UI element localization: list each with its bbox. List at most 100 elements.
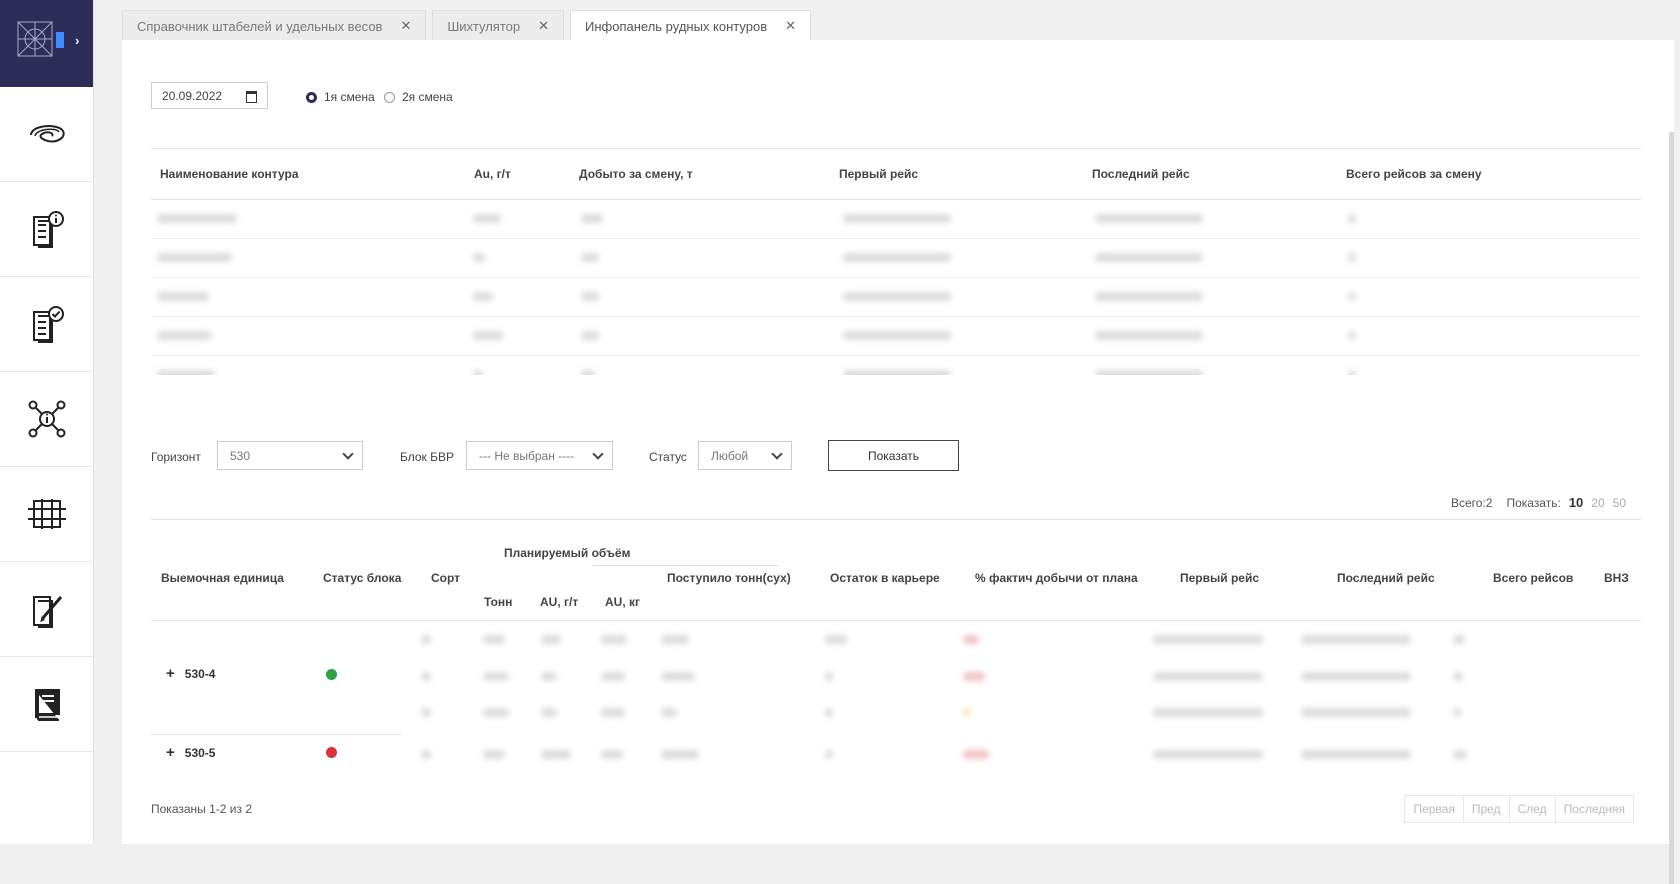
col-first-trip[interactable]: Первый рейс xyxy=(1180,571,1259,585)
nav-item-check-docs[interactable] xyxy=(0,277,93,372)
col-mined[interactable]: Добыто за смену, т xyxy=(579,167,693,181)
page-size-selector: Всего:2 Показать: 10 20 50 xyxy=(1443,495,1626,510)
col-au-kg[interactable]: AU, кг xyxy=(605,595,640,609)
col-au[interactable]: Au, г/т xyxy=(474,167,511,181)
total-count: Всего:2 xyxy=(1450,495,1493,510)
scrollbar[interactable] xyxy=(1669,132,1674,884)
show-button[interactable]: Показать xyxy=(828,440,959,471)
pagination: Первая Пред След Последняя xyxy=(1404,795,1634,823)
logo-icon xyxy=(17,21,64,57)
col-planned[interactable]: Планируемый объём xyxy=(504,546,630,560)
group-label[interactable]: + 530-4 xyxy=(166,665,215,682)
col-vnz[interactable]: ВНЗ xyxy=(1604,571,1629,585)
tab-ore-contours[interactable]: Инфопанель рудных контуров ✕ xyxy=(570,10,812,41)
horizon-select[interactable]: 530 xyxy=(217,441,363,470)
col-au-gt[interactable]: AU, г/т xyxy=(540,595,578,609)
group-label[interactable]: + 530-5 xyxy=(166,744,215,761)
status-dot-red xyxy=(326,747,337,758)
group-530-5: + 530-5 xyxy=(151,738,1641,788)
horizon-label: Горизонт xyxy=(151,450,201,464)
book-icon xyxy=(34,689,60,721)
group-name: 530-5 xyxy=(184,745,216,760)
expand-chevron-icon[interactable]: › xyxy=(75,33,79,48)
contour-table: Наименование контура Au, г/т Добыто за с… xyxy=(151,148,1641,375)
table-row[interactable] xyxy=(151,278,1641,317)
close-icon[interactable]: ✕ xyxy=(785,18,796,34)
tab-bar: Справочник штабелей и удельных весов ✕ Ш… xyxy=(122,10,817,41)
nav-item-book[interactable] xyxy=(0,657,93,752)
group-name: 530-4 xyxy=(184,666,216,681)
block-label: Блок БВР xyxy=(400,450,455,464)
block-value: --- Не выбран ---- xyxy=(479,448,575,463)
col-percent[interactable]: % фактич добычи от плана xyxy=(975,571,1138,585)
contour-table-header: Наименование контура Au, г/т Добыто за с… xyxy=(151,148,1641,200)
page-next-button[interactable]: След xyxy=(1508,795,1556,823)
col-sort[interactable]: Сорт xyxy=(431,571,460,585)
network-info-icon xyxy=(28,400,65,438)
tab-label: Инфопанель рудных контуров xyxy=(585,18,768,34)
page-first-button[interactable]: Первая xyxy=(1404,795,1464,823)
page-size-20[interactable]: 20 xyxy=(1591,496,1604,510)
status-dot-green xyxy=(326,669,337,680)
group-divider xyxy=(151,734,401,735)
col-unit[interactable]: Выемочная единица xyxy=(161,571,284,585)
units-table-header xyxy=(151,519,1641,621)
tab-label: Справочник штабелей и удельных весов xyxy=(137,18,383,34)
status-select[interactable]: Любой xyxy=(698,441,792,470)
date-input[interactable]: 20.09.2022 xyxy=(151,82,268,109)
expand-plus-icon[interactable]: + xyxy=(166,744,175,761)
document-edit-icon xyxy=(32,596,62,628)
tab-label: Шихтулятор xyxy=(447,18,521,34)
table-row[interactable] xyxy=(151,317,1641,356)
page-last-button[interactable]: Последняя xyxy=(1554,795,1634,823)
shift-2-label: 2я смена xyxy=(402,90,453,104)
col-total-trips[interactable]: Всего рейсов за смену xyxy=(1346,167,1482,181)
col-last-trip[interactable]: Последний рейс xyxy=(1337,571,1435,585)
contour-icon xyxy=(29,125,65,143)
shown-count: Показаны 1-2 из 2 xyxy=(151,802,253,816)
nav-item-blocks[interactable] xyxy=(0,467,93,562)
col-total-trips[interactable]: Всего рейсов xyxy=(1493,571,1573,585)
chevron-down-icon xyxy=(771,448,783,460)
page-size-10[interactable]: 10 xyxy=(1569,495,1583,510)
col-tons[interactable]: Тонн xyxy=(484,595,512,609)
shift-1-label: 1я смена xyxy=(324,90,375,104)
col-contour-name[interactable]: Наименование контура xyxy=(160,167,299,181)
nav-item-info-docs[interactable] xyxy=(0,182,93,277)
page-size-50[interactable]: 50 xyxy=(1613,496,1626,510)
status-label: Статус xyxy=(649,450,687,464)
col-remaining[interactable]: Остаток в карьере xyxy=(830,571,940,585)
close-icon[interactable]: ✕ xyxy=(400,18,411,34)
col-received[interactable]: Поступило тонн(сух) xyxy=(667,571,791,585)
calendar-icon[interactable] xyxy=(246,91,257,103)
table-row[interactable] xyxy=(151,356,1641,375)
tab-blender[interactable]: Шихтулятор ✕ xyxy=(432,10,565,41)
tab-stockpiles[interactable]: Справочник штабелей и удельных весов ✕ xyxy=(122,10,427,41)
nav-item-network[interactable] xyxy=(0,372,93,467)
radio-unchecked-icon[interactable] xyxy=(384,91,395,103)
status-value: Любой xyxy=(711,448,749,463)
table-row[interactable] xyxy=(151,239,1641,278)
show-label: Показать: xyxy=(1506,495,1561,510)
expand-plus-icon[interactable]: + xyxy=(166,665,175,682)
col-first-trip[interactable]: Первый рейс xyxy=(839,167,918,181)
chevron-down-icon xyxy=(592,448,604,460)
group-530-4: + 530-4 xyxy=(151,622,1641,728)
close-icon[interactable]: ✕ xyxy=(538,18,549,34)
block-select[interactable]: --- Не выбран ---- xyxy=(466,441,613,470)
col-last-trip[interactable]: Последний рейс xyxy=(1092,167,1190,181)
contour-table-body xyxy=(151,200,1641,375)
table-row[interactable] xyxy=(151,200,1641,239)
document-check-icon xyxy=(32,306,64,343)
shift-1-radio[interactable]: 1я смена xyxy=(306,90,375,104)
page-prev-button[interactable]: Пред xyxy=(1462,795,1510,823)
date-value: 20.09.2022 xyxy=(162,88,223,103)
nav-item-edit-docs[interactable] xyxy=(0,562,93,657)
logo[interactable]: › xyxy=(0,0,93,87)
main-panel: 20.09.2022 1я смена 2я смена Наименовани… xyxy=(122,40,1674,884)
document-info-icon xyxy=(32,211,64,248)
nav-item-contours[interactable] xyxy=(0,87,93,182)
col-block-status[interactable]: Статус блока xyxy=(323,571,401,585)
shift-2-radio[interactable]: 2я смена xyxy=(384,90,453,104)
radio-checked-icon[interactable] xyxy=(306,91,317,103)
